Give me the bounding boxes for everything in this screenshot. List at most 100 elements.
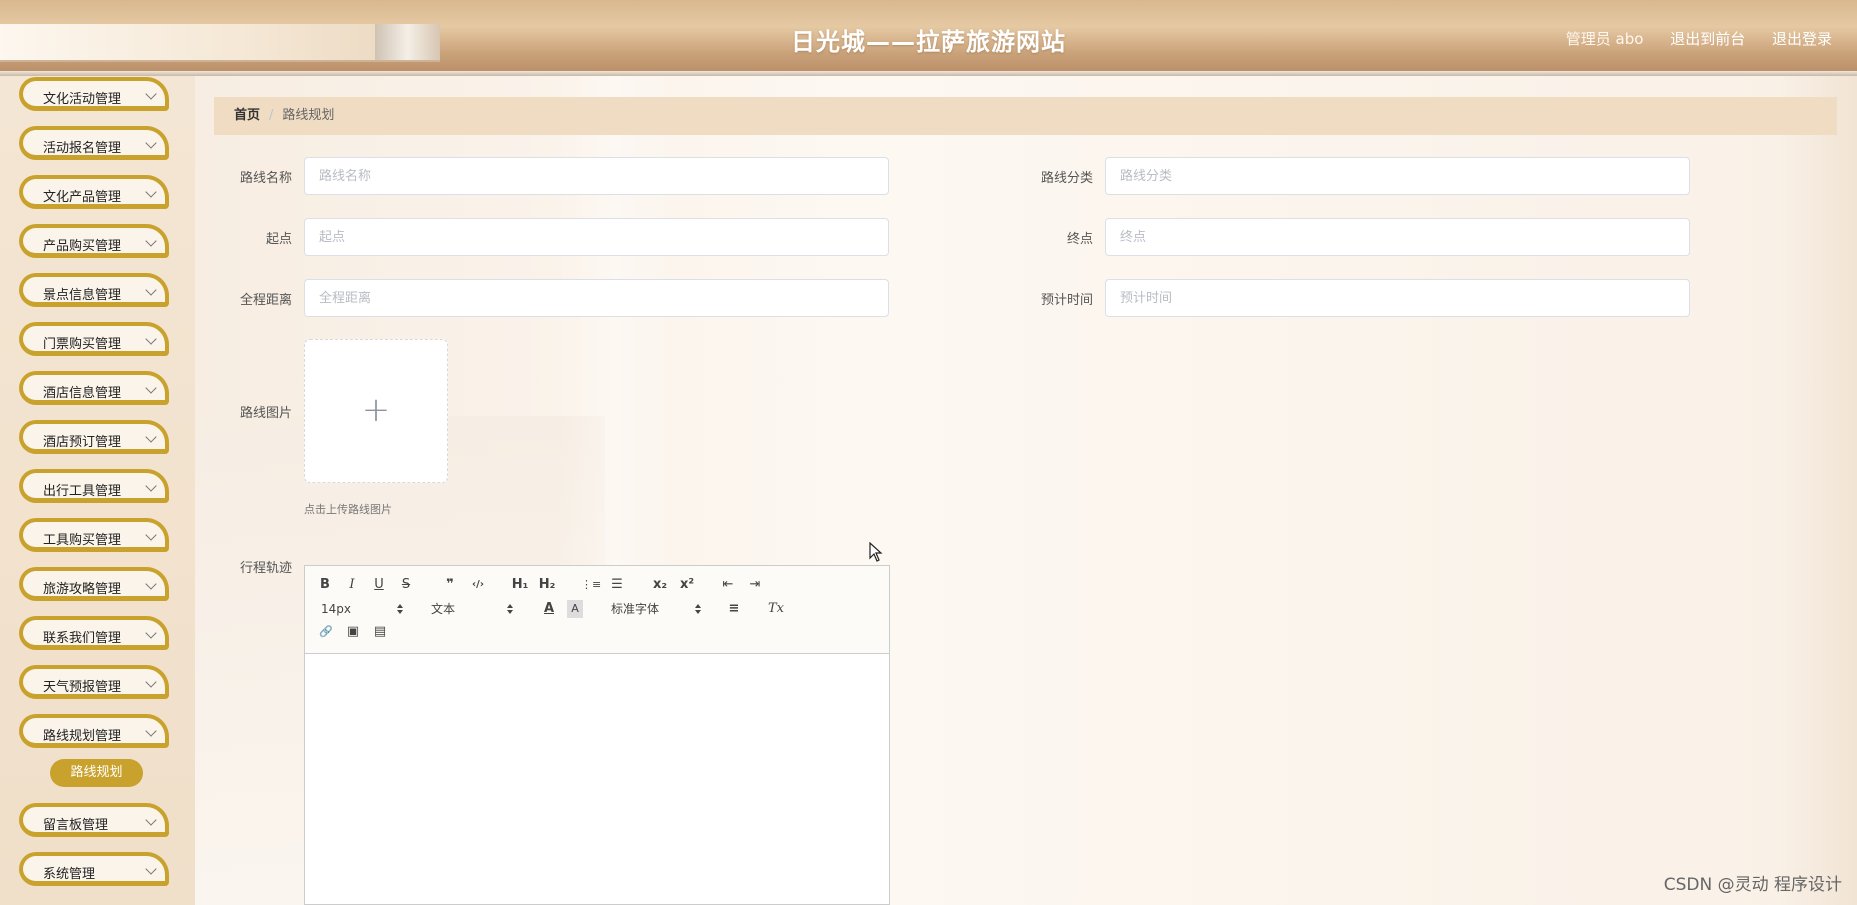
sidebar-item-culture-activity[interactable]: 文化活动管理 bbox=[19, 77, 169, 111]
italic-button[interactable]: I bbox=[344, 576, 360, 594]
font-family-select[interactable]: 标准字体 bbox=[611, 600, 701, 618]
logout-link[interactable]: 退出登录 bbox=[1772, 30, 1832, 48]
background-color-button[interactable]: A bbox=[567, 600, 583, 618]
estimated-time-input[interactable] bbox=[1105, 279, 1690, 317]
chevron-down-icon bbox=[145, 863, 157, 875]
route-image-label: 路线图片 bbox=[239, 406, 292, 421]
estimated-time-label: 预计时间 bbox=[1040, 293, 1093, 308]
sidebar-item-travel-guide[interactable]: 旅游攻略管理 bbox=[19, 567, 169, 601]
breadcrumb: 首页 / 路线规划 bbox=[214, 97, 1837, 135]
itinerary-label: 行程轨迹 bbox=[239, 561, 292, 576]
chevron-down-icon bbox=[145, 235, 157, 247]
font-color-button[interactable]: A bbox=[541, 600, 557, 618]
chevron-down-icon bbox=[145, 88, 157, 100]
sidebar-item-label: 联系我们管理 bbox=[43, 631, 122, 646]
sidebar-item-label: 活动报名管理 bbox=[43, 141, 122, 156]
superscript-button[interactable]: x² bbox=[677, 576, 697, 594]
sidebar-item-hotel-booking[interactable]: 酒店预订管理 bbox=[19, 420, 169, 454]
sidebar-item-label: 出行工具管理 bbox=[43, 484, 122, 499]
sidebar-item-system[interactable]: 系统管理 bbox=[19, 852, 169, 886]
chevron-down-icon bbox=[145, 578, 157, 590]
chevron-down-icon bbox=[145, 529, 157, 541]
sidebar-item-ticket-purchase[interactable]: 门票购买管理 bbox=[19, 322, 169, 356]
video-button[interactable]: ▤ bbox=[371, 623, 389, 641]
sidebar-item-label: 文化产品管理 bbox=[43, 190, 122, 205]
breadcrumb-current: 路线规划 bbox=[282, 108, 335, 123]
strike-button[interactable]: S bbox=[398, 576, 414, 594]
plus-icon: + bbox=[361, 390, 391, 430]
breadcrumb-home-link[interactable]: 首页 bbox=[234, 108, 260, 123]
image-upload-box[interactable]: + bbox=[304, 339, 448, 483]
sidebar-item-culture-product[interactable]: 文化产品管理 bbox=[19, 175, 169, 209]
background-decoration bbox=[1777, 76, 1857, 905]
sidebar-item-activity-signup[interactable]: 活动报名管理 bbox=[19, 126, 169, 160]
image-button[interactable]: ▣ bbox=[344, 623, 362, 641]
sidebar-item-label: 旅游攻略管理 bbox=[43, 582, 122, 597]
editor-toolbar: B I U S ❞ ‹/› H₁ H₂ ⋮≡ ☰ x₂ x² ⇤ ⇥ 14px … bbox=[305, 566, 889, 654]
sidebar-item-label: 酒店信息管理 bbox=[43, 386, 122, 401]
sidebar-subitem-route-planning[interactable]: 路线规划 bbox=[50, 759, 143, 787]
chevron-down-icon bbox=[145, 186, 157, 198]
align-button[interactable]: ≡ bbox=[725, 600, 743, 618]
chevron-down-icon bbox=[145, 382, 157, 394]
bullet-list-button[interactable]: ☰ bbox=[608, 576, 626, 594]
end-point-input[interactable] bbox=[1105, 218, 1690, 256]
bold-button[interactable]: B bbox=[317, 576, 333, 594]
top-header: 日光城——拉萨旅游网站 管理员 abo 退出到前台 退出登录 bbox=[0, 0, 1857, 76]
editor-content-area[interactable] bbox=[305, 654, 889, 904]
start-point-label: 起点 bbox=[265, 232, 292, 247]
header-links: 管理员 abo 退出到前台 退出登录 bbox=[1544, 28, 1832, 49]
chevron-down-icon bbox=[145, 137, 157, 149]
header2-button[interactable]: H₂ bbox=[537, 576, 557, 594]
sidebar-item-hotel-info[interactable]: 酒店信息管理 bbox=[19, 371, 169, 405]
sidebar-item-scenic-info[interactable]: 景点信息管理 bbox=[19, 273, 169, 307]
sidebar-item-label: 留言板管理 bbox=[43, 818, 109, 833]
chevron-down-icon bbox=[145, 480, 157, 492]
back-to-front-link[interactable]: 退出到前台 bbox=[1670, 30, 1745, 48]
header-select[interactable]: 文本 bbox=[431, 600, 513, 618]
sidebar-item-label: 景点信息管理 bbox=[43, 288, 122, 303]
sidebar-item-contact-us[interactable]: 联系我们管理 bbox=[19, 616, 169, 650]
font-size-select[interactable]: 14px bbox=[321, 600, 403, 618]
chevron-down-icon bbox=[145, 431, 157, 443]
watermark: CSDN @灵动 程序设计 bbox=[1663, 875, 1842, 895]
link-button[interactable]: 🔗 bbox=[317, 623, 335, 641]
sidebar-item-route-planning[interactable]: 路线规划管理 bbox=[19, 714, 169, 748]
clear-format-button[interactable]: Tx bbox=[767, 600, 785, 618]
sidebar-item-label: 天气预报管理 bbox=[43, 680, 122, 695]
blockquote-button[interactable]: ❞ bbox=[441, 576, 459, 594]
sidebar-item-label: 工具购买管理 bbox=[43, 533, 122, 548]
outdent-button[interactable]: ⇤ bbox=[719, 576, 737, 594]
route-name-input[interactable] bbox=[304, 157, 889, 195]
route-category-input[interactable] bbox=[1105, 157, 1690, 195]
route-name-label: 路线名称 bbox=[239, 171, 292, 186]
sidebar-item-label: 文化活动管理 bbox=[43, 92, 122, 107]
sidebar-item-label: 门票购买管理 bbox=[43, 337, 122, 352]
sidebar-item-label: 系统管理 bbox=[43, 867, 96, 882]
header1-button[interactable]: H₁ bbox=[510, 576, 530, 594]
indent-button[interactable]: ⇥ bbox=[746, 576, 764, 594]
distance-input[interactable] bbox=[304, 279, 889, 317]
subscript-button[interactable]: x₂ bbox=[650, 576, 670, 594]
sidebar-item-weather[interactable]: 天气预报管理 bbox=[19, 665, 169, 699]
sidebar-item-product-purchase[interactable]: 产品购买管理 bbox=[19, 224, 169, 258]
chevron-down-icon bbox=[145, 333, 157, 345]
upload-tip: 点击上传路线图片 bbox=[304, 503, 392, 516]
chevron-down-icon bbox=[145, 814, 157, 826]
sidebar-item-label: 产品购买管理 bbox=[43, 239, 122, 254]
code-block-button[interactable]: ‹/› bbox=[468, 576, 488, 594]
main-content: 首页 / 路线规划 路线名称 路线分类 起点 终点 全程距离 预计时间 路线图片 +… bbox=[195, 76, 1857, 905]
chevron-down-icon bbox=[145, 676, 157, 688]
distance-label: 全程距离 bbox=[239, 293, 292, 308]
sidebar-item-message-board[interactable]: 留言板管理 bbox=[19, 803, 169, 837]
sidebar-item-tool-purchase[interactable]: 工具购买管理 bbox=[19, 518, 169, 552]
ordered-list-button[interactable]: ⋮≡ bbox=[581, 576, 601, 594]
sidebar-menu: 文化活动管理 活动报名管理 文化产品管理 产品购买管理 景点信息管理 门票购买管… bbox=[0, 76, 195, 905]
underline-button[interactable]: U bbox=[371, 576, 387, 594]
current-user-label: 管理员 abo bbox=[1565, 30, 1644, 48]
breadcrumb-separator: / bbox=[269, 108, 274, 123]
end-point-label: 终点 bbox=[1066, 232, 1093, 247]
chevron-down-icon bbox=[145, 627, 157, 639]
sidebar-item-transport-tool[interactable]: 出行工具管理 bbox=[19, 469, 169, 503]
start-point-input[interactable] bbox=[304, 218, 889, 256]
